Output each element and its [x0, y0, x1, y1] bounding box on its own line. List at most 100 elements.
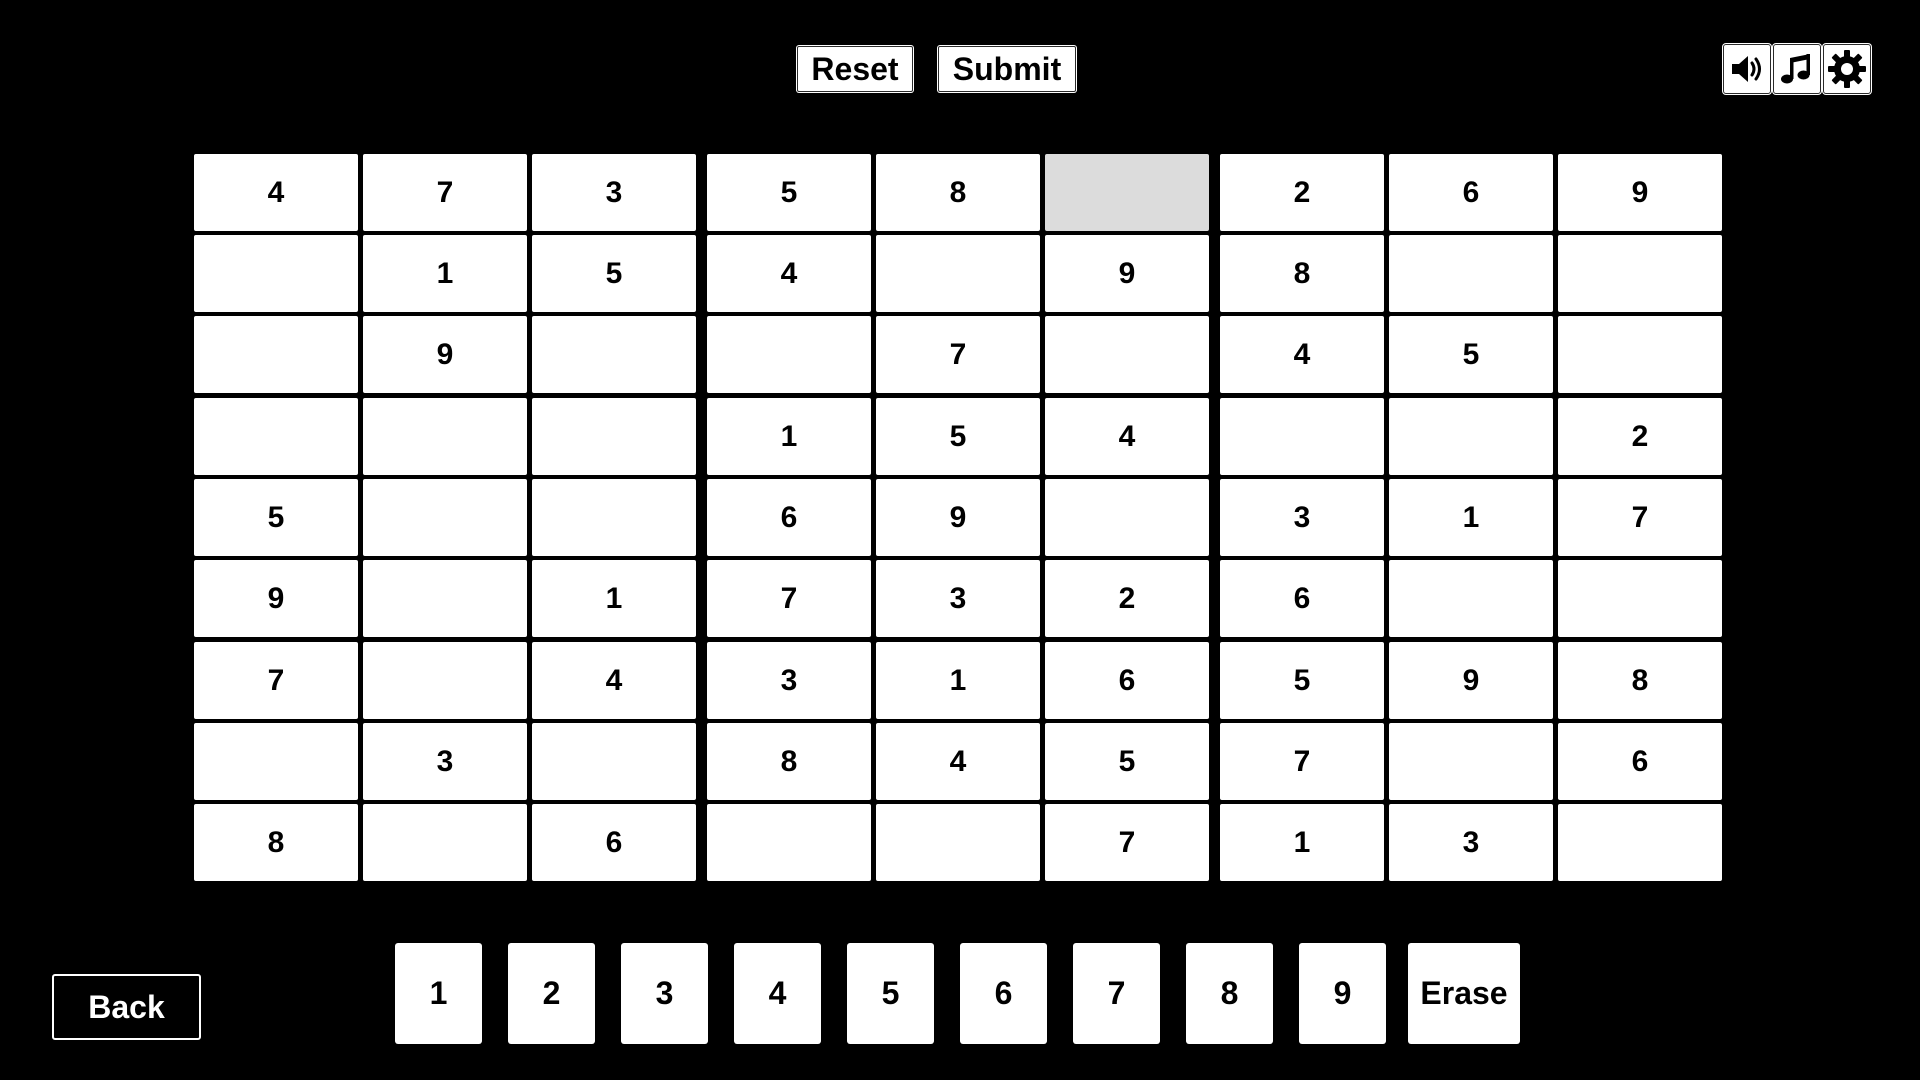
grid-cell-r4-c1[interactable]	[194, 398, 358, 475]
grid-cell-r5-c4[interactable]: 6	[707, 479, 871, 556]
grid-cell-r3-c9[interactable]	[1558, 316, 1722, 393]
grid-cell-r3-c3[interactable]	[532, 316, 696, 393]
grid-cell-r8-c6[interactable]: 5	[1045, 723, 1209, 800]
number-button-9[interactable]: 9	[1299, 943, 1386, 1044]
grid-cell-r7-c4[interactable]: 3	[707, 642, 871, 719]
number-button-8[interactable]: 8	[1186, 943, 1273, 1044]
grid-cell-r2-c2[interactable]: 1	[363, 235, 527, 312]
grid-cell-r7-c8[interactable]: 9	[1389, 642, 1553, 719]
grid-cell-r4-c4[interactable]: 1	[707, 398, 871, 475]
grid-cell-r6-c6[interactable]: 2	[1045, 560, 1209, 637]
grid-cell-r7-c9[interactable]: 8	[1558, 642, 1722, 719]
grid-cell-r8-c8[interactable]	[1389, 723, 1553, 800]
grid-cell-r3-c1[interactable]	[194, 316, 358, 393]
grid-cell-r4-c7[interactable]	[1220, 398, 1384, 475]
grid-cell-r7-c1[interactable]: 7	[194, 642, 358, 719]
grid-cell-r8-c5[interactable]: 4	[876, 723, 1040, 800]
reset-button[interactable]: Reset	[797, 46, 913, 92]
grid-cell-r3-c6[interactable]	[1045, 316, 1209, 393]
grid-cell-r5-c6[interactable]	[1045, 479, 1209, 556]
grid-cell-r9-c8[interactable]: 3	[1389, 804, 1553, 881]
grid-cell-r8-c4[interactable]: 8	[707, 723, 871, 800]
grid-cell-r1-c4[interactable]: 5	[707, 154, 871, 231]
grid-cell-r6-c7[interactable]: 6	[1220, 560, 1384, 637]
grid-cell-r2-c3[interactable]: 5	[532, 235, 696, 312]
grid-cell-r8-c9[interactable]: 6	[1558, 723, 1722, 800]
grid-cell-r6-c1[interactable]: 9	[194, 560, 358, 637]
grid-cell-r7-c6[interactable]: 6	[1045, 642, 1209, 719]
grid-cell-r6-c4[interactable]: 7	[707, 560, 871, 637]
grid-cell-r6-c3[interactable]: 1	[532, 560, 696, 637]
grid-cell-r4-c8[interactable]	[1389, 398, 1553, 475]
grid-cell-r6-c9[interactable]	[1558, 560, 1722, 637]
grid-cell-r8-c3[interactable]	[532, 723, 696, 800]
grid-cell-r4-c5[interactable]: 5	[876, 398, 1040, 475]
grid-cell-r7-c3[interactable]: 4	[532, 642, 696, 719]
grid-cell-r1-c5[interactable]: 8	[876, 154, 1040, 231]
grid-cell-r4-c6[interactable]: 4	[1045, 398, 1209, 475]
number-button-1[interactable]: 1	[395, 943, 482, 1044]
grid-cell-r1-c1[interactable]: 4	[194, 154, 358, 231]
grid-cell-r1-c9[interactable]: 9	[1558, 154, 1722, 231]
settings-button[interactable]	[1823, 44, 1871, 94]
grid-cell-r9-c7[interactable]: 1	[1220, 804, 1384, 881]
number-button-7[interactable]: 7	[1073, 943, 1160, 1044]
grid-cell-r2-c6[interactable]: 9	[1045, 235, 1209, 312]
grid-cell-r8-c7[interactable]: 7	[1220, 723, 1384, 800]
grid-cell-r3-c5[interactable]: 7	[876, 316, 1040, 393]
grid-cell-r4-c2[interactable]	[363, 398, 527, 475]
number-button-3[interactable]: 3	[621, 943, 708, 1044]
grid-cell-r9-c2[interactable]	[363, 804, 527, 881]
grid-cell-r5-c8[interactable]: 1	[1389, 479, 1553, 556]
grid-cell-r3-c2[interactable]: 9	[363, 316, 527, 393]
grid-cell-r2-c1[interactable]	[194, 235, 358, 312]
grid-cell-r7-c2[interactable]	[363, 642, 527, 719]
grid-cell-r3-c4[interactable]	[707, 316, 871, 393]
number-button-6[interactable]: 6	[960, 943, 1047, 1044]
erase-button[interactable]: Erase	[1408, 943, 1520, 1044]
sudoku-board: 4735826915498974515425693179173267431659…	[194, 154, 1722, 884]
grid-cell-r9-c4[interactable]	[707, 804, 871, 881]
number-button-5[interactable]: 5	[847, 943, 934, 1044]
music-button[interactable]	[1773, 44, 1821, 94]
music-note-icon	[1781, 54, 1810, 84]
grid-cell-r2-c4[interactable]: 4	[707, 235, 871, 312]
grid-cell-r6-c2[interactable]	[363, 560, 527, 637]
grid-cell-r6-c5[interactable]: 3	[876, 560, 1040, 637]
grid-cell-r1-c6[interactable]	[1045, 154, 1209, 231]
grid-cell-r5-c1[interactable]: 5	[194, 479, 358, 556]
submit-button[interactable]: Submit	[938, 46, 1076, 92]
grid-cell-r5-c7[interactable]: 3	[1220, 479, 1384, 556]
grid-cell-r5-c3[interactable]	[532, 479, 696, 556]
grid-cell-r9-c3[interactable]: 6	[532, 804, 696, 881]
grid-cell-r5-c5[interactable]: 9	[876, 479, 1040, 556]
grid-cell-r2-c9[interactable]	[1558, 235, 1722, 312]
grid-cell-r1-c7[interactable]: 2	[1220, 154, 1384, 231]
grid-cell-r6-c8[interactable]	[1389, 560, 1553, 637]
grid-cell-r9-c6[interactable]: 7	[1045, 804, 1209, 881]
grid-cell-r2-c7[interactable]: 8	[1220, 235, 1384, 312]
sound-button[interactable]	[1723, 44, 1771, 94]
grid-cell-r3-c8[interactable]: 5	[1389, 316, 1553, 393]
grid-cell-r5-c9[interactable]: 7	[1558, 479, 1722, 556]
grid-cell-r4-c3[interactable]	[532, 398, 696, 475]
grid-cell-r5-c2[interactable]	[363, 479, 527, 556]
grid-cell-r3-c7[interactable]: 4	[1220, 316, 1384, 393]
gear-icon	[1828, 50, 1866, 88]
grid-cell-r2-c8[interactable]	[1389, 235, 1553, 312]
number-button-2[interactable]: 2	[508, 943, 595, 1044]
grid-cell-r9-c9[interactable]	[1558, 804, 1722, 881]
grid-cell-r4-c9[interactable]: 2	[1558, 398, 1722, 475]
grid-cell-r1-c2[interactable]: 7	[363, 154, 527, 231]
back-button[interactable]: Back	[52, 974, 201, 1040]
grid-cell-r7-c5[interactable]: 1	[876, 642, 1040, 719]
grid-cell-r2-c5[interactable]	[876, 235, 1040, 312]
grid-cell-r8-c2[interactable]: 3	[363, 723, 527, 800]
number-button-4[interactable]: 4	[734, 943, 821, 1044]
grid-cell-r1-c3[interactable]: 3	[532, 154, 696, 231]
grid-cell-r9-c5[interactable]	[876, 804, 1040, 881]
grid-cell-r9-c1[interactable]: 8	[194, 804, 358, 881]
grid-cell-r7-c7[interactable]: 5	[1220, 642, 1384, 719]
grid-cell-r8-c1[interactable]	[194, 723, 358, 800]
grid-cell-r1-c8[interactable]: 6	[1389, 154, 1553, 231]
